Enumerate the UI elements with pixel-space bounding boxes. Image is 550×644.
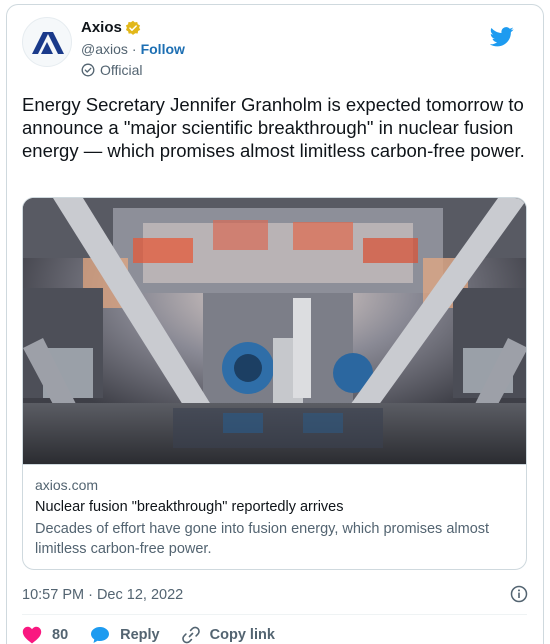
tweet-actions: 80 Reply Copy link	[22, 623, 297, 644]
link-meta[interactable]: axios.com Nuclear fusion "breakthrough" …	[23, 464, 526, 569]
fusion-facility-photo	[23, 198, 526, 464]
link-title: Nuclear fusion "breakthrough" reportedly…	[35, 499, 344, 515]
like-count: 80	[52, 627, 69, 643]
tweet-header: Axios @axios · Follow Official	[22, 15, 522, 79]
official-label-row: Official	[81, 62, 143, 78]
speech-bubble-icon[interactable]	[90, 626, 110, 644]
tweet-card: Axios @axios · Follow Official Energy Se…	[6, 4, 544, 644]
official-check-icon	[81, 63, 95, 77]
follow-button[interactable]: Follow	[141, 41, 185, 57]
link-description: Decades of effort have gone into fusion …	[35, 521, 490, 557]
copy-link-action[interactable]: Copy link	[181, 626, 275, 644]
info-icon[interactable]	[510, 585, 528, 603]
handle-row: @axios · Follow	[81, 41, 185, 57]
avatar[interactable]	[22, 17, 72, 67]
verified-badge-icon	[125, 20, 141, 35]
copy-link-label: Copy link	[209, 627, 275, 643]
handle-separator: ·	[131, 41, 137, 57]
timestamp[interactable]: 10:57 PM · Dec 12, 2022	[22, 587, 183, 603]
timestamp-row: 10:57 PM · Dec 12, 2022	[22, 584, 532, 606]
link-domain: axios.com	[35, 477, 99, 493]
account-name[interactable]: Axios	[81, 19, 122, 36]
reply-action[interactable]: Reply	[90, 626, 160, 644]
link-icon[interactable]	[181, 626, 200, 644]
like-action[interactable]: 80	[22, 626, 68, 644]
reply-label: Reply	[120, 627, 160, 643]
account-handle[interactable]: @axios	[81, 41, 128, 57]
link-preview-card[interactable]: axios.com Nuclear fusion "breakthrough" …	[22, 197, 527, 570]
name-row: Axios	[81, 19, 141, 36]
heart-icon[interactable]	[22, 626, 42, 644]
article-image[interactable]	[23, 198, 526, 464]
divider	[22, 614, 527, 615]
official-label: Official	[100, 62, 143, 78]
twitter-bird-icon[interactable]	[490, 27, 514, 47]
axios-logo-icon	[32, 32, 64, 54]
tweet-text: Energy Secretary Jennifer Granholm is ex…	[22, 94, 525, 161]
